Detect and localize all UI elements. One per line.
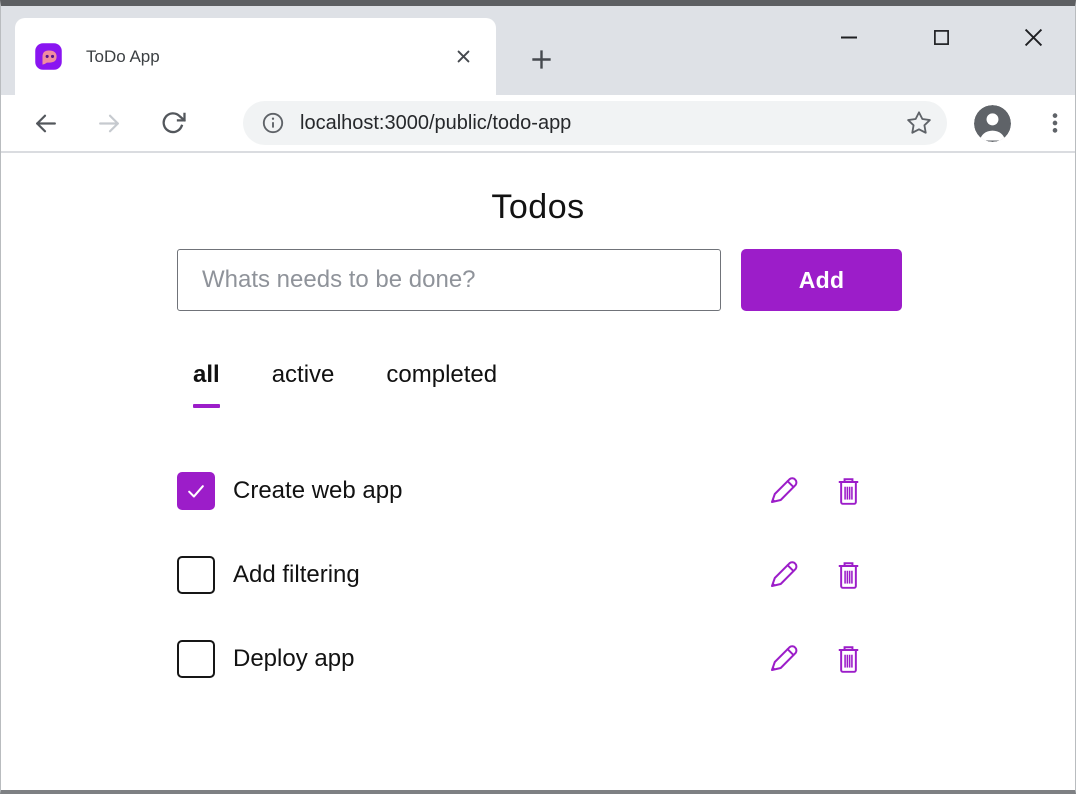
filter-tabs: all active completed (193, 359, 1075, 408)
edit-pencil-icon[interactable] (766, 558, 800, 592)
delete-trash-icon[interactable] (831, 558, 865, 592)
todo-list: Create web app (177, 472, 883, 678)
browser-toolbar: localhost:3000/public/todo-app (1, 95, 1075, 153)
checkmark-icon (183, 478, 209, 504)
browser-tab[interactable]: ToDo App (15, 18, 496, 95)
bookmark-star-icon[interactable] (905, 109, 933, 137)
tab-title: ToDo App (86, 47, 450, 67)
todo-label: Create web app (233, 477, 766, 505)
active-filter-underline (193, 404, 220, 408)
filter-label: completed (386, 359, 497, 390)
page-title: Todos (1, 185, 1075, 229)
todo-checkbox[interactable] (177, 556, 215, 594)
back-icon[interactable] (25, 103, 65, 143)
add-todo-row: Add (177, 249, 1075, 311)
page-content: Todos Add all active completed (1, 153, 1075, 790)
reload-icon[interactable] (153, 103, 193, 143)
todo-checkbox[interactable] (177, 472, 215, 510)
todo-label: Add filtering (233, 561, 766, 589)
edit-pencil-icon[interactable] (766, 642, 800, 676)
close-button[interactable] (1011, 16, 1055, 58)
todo-checkbox[interactable] (177, 640, 215, 678)
site-info-icon[interactable] (261, 111, 285, 135)
delete-trash-icon[interactable] (831, 474, 865, 508)
tab-close-icon[interactable] (450, 44, 476, 70)
delete-trash-icon[interactable] (831, 642, 865, 676)
window-controls (827, 16, 1055, 58)
filter-underline (386, 404, 497, 408)
profile-avatar[interactable] (974, 105, 1011, 142)
todo-row: Add filtering (177, 556, 883, 594)
filter-label: all (193, 359, 220, 390)
browser-window: ToDo App (0, 0, 1076, 794)
filter-tab-active[interactable]: active (272, 359, 335, 408)
tab-strip: ToDo App (1, 6, 1075, 95)
todo-row: Deploy app (177, 640, 883, 678)
todo-row: Create web app (177, 472, 883, 510)
todo-app-favicon-icon (34, 42, 63, 71)
filter-tab-completed[interactable]: completed (386, 359, 497, 408)
maximize-button[interactable] (919, 16, 963, 58)
forward-icon[interactable] (89, 103, 129, 143)
todo-label: Deploy app (233, 645, 766, 673)
minimize-button[interactable] (827, 16, 871, 58)
browser-menu-icon[interactable] (1041, 109, 1069, 137)
url-text: localhost:3000/public/todo-app (300, 112, 905, 135)
edit-pencil-icon[interactable] (766, 474, 800, 508)
new-todo-input[interactable] (177, 249, 721, 311)
filter-label: active (272, 359, 335, 390)
add-button[interactable]: Add (741, 249, 902, 311)
filter-underline (272, 404, 335, 408)
new-tab-button[interactable] (522, 40, 560, 78)
filter-tab-all[interactable]: all (193, 359, 220, 408)
address-bar[interactable]: localhost:3000/public/todo-app (243, 101, 947, 145)
